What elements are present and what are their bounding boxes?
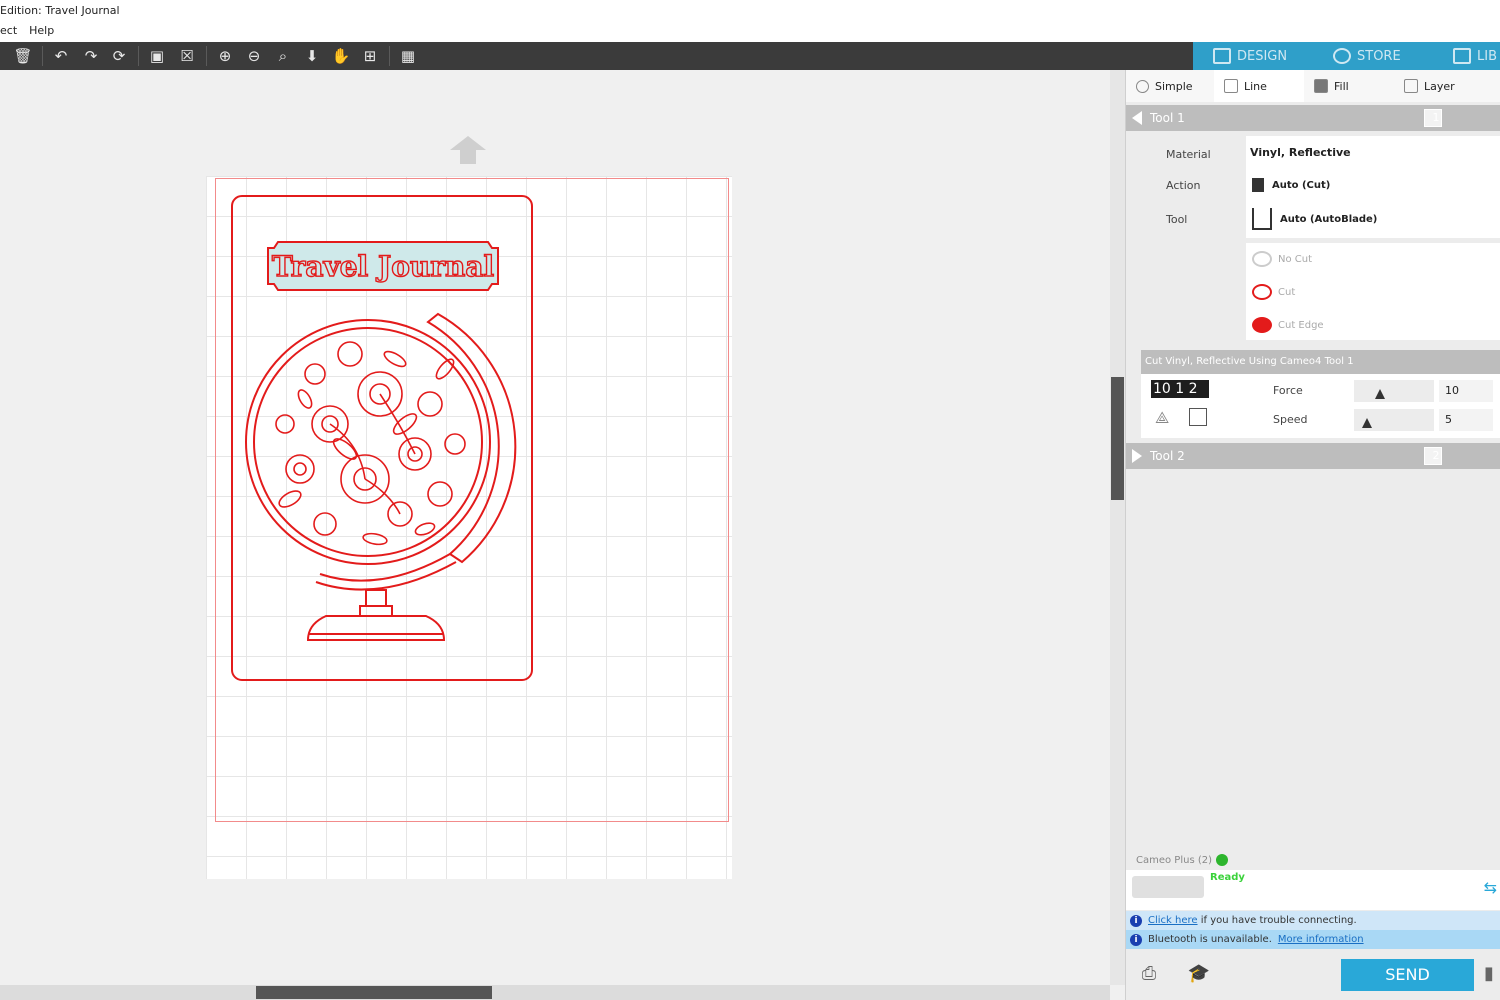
tab-library[interactable]: LIB [1433, 42, 1500, 70]
info-icon: i [1130, 933, 1142, 946]
tab-store[interactable]: STORE [1313, 42, 1433, 70]
tool-label: Tool [1166, 213, 1188, 226]
expand-icon [1132, 449, 1142, 463]
no-cut-icon [1252, 251, 1272, 267]
line-icon [1224, 79, 1238, 93]
tutorial-icon[interactable]: 🎓 [1186, 963, 1212, 987]
click-here-link[interactable]: Click here [1148, 915, 1198, 926]
send-button[interactable]: SEND [1341, 959, 1474, 991]
blade-icon [1252, 178, 1264, 192]
delete-icon[interactable]: 🗑 [12, 45, 34, 67]
checkbox[interactable] [1189, 408, 1207, 426]
info-icon: i [1130, 914, 1142, 927]
radio-icon [1136, 79, 1149, 93]
pan-hand-icon[interactable]: ✋ [330, 45, 352, 67]
cutter-icon [1132, 876, 1204, 898]
scrollbar-thumb[interactable] [256, 986, 492, 999]
material-label: Material [1166, 148, 1211, 161]
cut-edge-icon [1252, 317, 1272, 333]
menu-bar: ect Help [0, 24, 54, 37]
move-down-icon[interactable]: ⬇ [301, 45, 323, 67]
tab-design[interactable]: DESIGN [1193, 42, 1313, 70]
store-icon [1333, 48, 1351, 64]
cut-icon [1252, 284, 1272, 300]
travel-journal-design[interactable]: Travel Journal [230, 194, 536, 684]
redraw-icon[interactable]: ⟳ [108, 45, 130, 67]
send-panel: Simple Line Fill Layer 1 Tool 1 Material… [1125, 70, 1500, 1000]
force-label: Force [1273, 384, 1303, 397]
zoom-out-icon[interactable]: ⊖ [243, 45, 265, 67]
autoblade-icon [1252, 208, 1272, 230]
device-status: Ready [1210, 872, 1245, 883]
blade-settings: 10 1 2 ⟁ Force Speed 10 5 [1141, 374, 1500, 438]
menu-item-help[interactable]: Help [29, 24, 54, 37]
send-mode-bar: Simple Line Fill Layer [1126, 70, 1500, 102]
device-name: Cameo Plus (2) [1136, 854, 1213, 866]
bluetooth-info: i Bluetooth is unavailable. More informa… [1126, 930, 1500, 949]
no-cut-option[interactable]: No Cut [1252, 251, 1312, 267]
menu-item-select[interactable]: ect [0, 24, 17, 37]
speed-slider[interactable] [1354, 409, 1434, 431]
blade-depth-value[interactable]: 10 1 2 [1151, 380, 1209, 398]
cut-option[interactable]: Cut [1252, 284, 1295, 300]
force-input[interactable]: 10 [1439, 380, 1493, 402]
design-icon [1213, 48, 1231, 64]
cut-edge-option[interactable]: Cut Edge [1252, 317, 1324, 333]
deselect-icon[interactable]: ☒ [176, 45, 198, 67]
nav-tabs: DESIGN STORE LIB [1193, 42, 1500, 70]
banner-text: Travel Journal [272, 250, 494, 283]
tool-row[interactable]: Auto (AutoBlade) [1252, 208, 1377, 230]
test-cut-icon[interactable]: ⎙ [1136, 963, 1162, 987]
connection-arrows-icon[interactable]: ⇆ [1484, 878, 1497, 897]
mode-layer[interactable]: Layer [1394, 70, 1494, 102]
scrollbar-thumb[interactable] [1111, 377, 1124, 500]
slider-knob[interactable] [1374, 389, 1385, 399]
slider-knob[interactable] [1361, 418, 1372, 428]
design-canvas[interactable]: Travel Journal [0, 70, 1110, 985]
collapse-icon [1132, 111, 1142, 125]
grid-icon[interactable]: ▦ [397, 45, 419, 67]
tool-shape-icon: ⟁ [1155, 408, 1170, 427]
redo-icon[interactable]: ↷ [80, 45, 102, 67]
undo-icon[interactable]: ↶ [50, 45, 72, 67]
window-title: Edition: Travel Journal [0, 4, 120, 17]
tool2-header[interactable]: 2 Tool 2 [1126, 443, 1500, 469]
zoom-fit-icon[interactable]: ⌕ [272, 45, 294, 67]
trouble-connecting-info: i Click here if you have trouble connect… [1126, 911, 1500, 930]
speed-label: Speed [1273, 413, 1308, 426]
cut-style-box: No Cut Cut Cut Edge [1246, 243, 1500, 340]
speed-input[interactable]: 5 [1439, 409, 1493, 431]
canvas-vertical-scrollbar[interactable] [1110, 70, 1125, 985]
fill-icon [1314, 79, 1328, 93]
zoom-in-icon[interactable]: ⊕ [214, 45, 236, 67]
feed-direction-icon [450, 136, 486, 164]
mode-simple[interactable]: Simple [1126, 70, 1214, 102]
canvas-horizontal-scrollbar[interactable] [0, 985, 1110, 1000]
layer-icon [1404, 79, 1418, 93]
mode-fill[interactable]: Fill [1304, 70, 1394, 102]
device-box[interactable]: Ready ⇆ [1126, 870, 1500, 910]
device-status-row: Cameo Plus (2) [1126, 850, 1500, 870]
title-bar: Edition: Travel Journal ect Help [0, 0, 1500, 42]
select-all-icon[interactable]: ▣ [146, 45, 168, 67]
globe-illustration [245, 312, 517, 641]
ready-check-icon [1216, 854, 1229, 866]
action-row[interactable]: Auto (Cut) [1252, 178, 1330, 192]
tool-settings-box: Vinyl, Reflective Auto (Cut) Auto (AutoB… [1246, 136, 1500, 238]
more-information-link[interactable]: More information [1278, 934, 1364, 945]
cut-summary: Cut Vinyl, Reflective Using Cameo4 Tool … [1141, 350, 1500, 374]
mode-line[interactable]: Line [1214, 70, 1304, 102]
action-label: Action [1166, 179, 1201, 192]
force-slider[interactable] [1354, 380, 1434, 402]
tool1-header[interactable]: 1 Tool 1 [1126, 105, 1500, 131]
library-icon [1453, 48, 1471, 64]
material-value[interactable]: Vinyl, Reflective [1250, 146, 1351, 159]
trash-icon[interactable]: ▮ [1476, 963, 1500, 987]
fit-page-icon[interactable]: ⊞ [359, 45, 381, 67]
